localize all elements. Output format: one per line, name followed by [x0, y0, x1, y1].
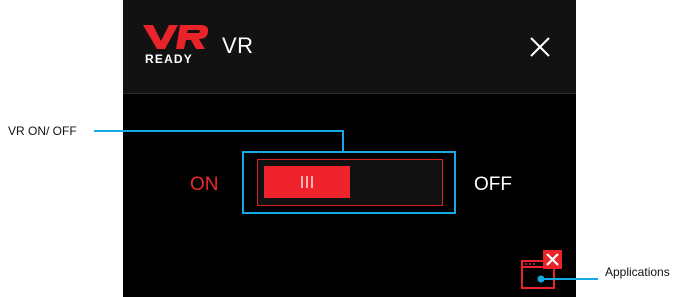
- vr-window: READY VR ON OFF: [123, 0, 576, 297]
- callout-vr-toggle: VR ON/ OFF: [8, 124, 77, 138]
- toggle-knob[interactable]: [264, 166, 350, 198]
- toggle-off-label[interactable]: OFF: [474, 174, 512, 196]
- title-bar: READY VR: [123, 0, 576, 94]
- toggle-on-label[interactable]: ON: [190, 174, 219, 196]
- logo-ready-text: READY: [145, 52, 193, 66]
- vr-toggle-switch[interactable]: [257, 159, 443, 206]
- grip-lines-icon: [301, 176, 313, 188]
- vr-ready-logo: READY: [143, 25, 209, 66]
- window-title: VR: [222, 33, 254, 58]
- close-icon[interactable]: [529, 36, 551, 58]
- callout-applications: Applications: [605, 265, 670, 279]
- applications-window-close-icon[interactable]: [521, 250, 563, 292]
